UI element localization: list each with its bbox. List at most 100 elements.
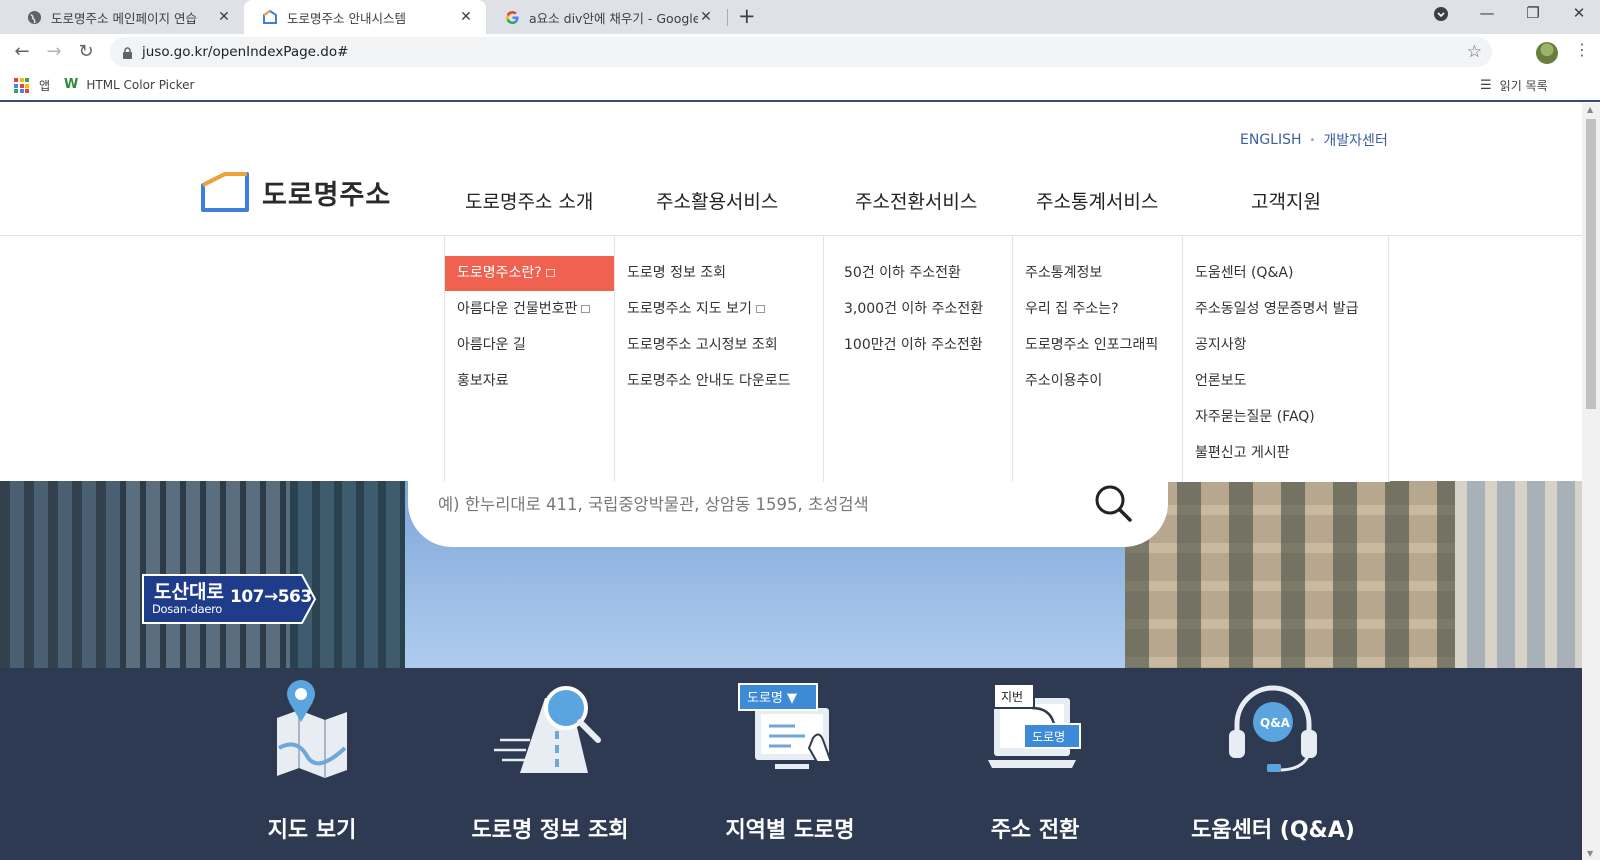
english-link[interactable]: ENGLISH — [1240, 132, 1302, 148]
quick-link-label: 주소 전환 — [990, 818, 1080, 843]
menu-promo-materials[interactable]: 홍보자료 — [445, 364, 509, 399]
google-icon — [504, 9, 520, 25]
menu-what-is-road-address[interactable]: 도로명주소란? — [445, 256, 614, 291]
bookmarks-bar: 앱 W HTML Color Picker ☰ 읽기 목록 — [0, 70, 1600, 102]
nav-utilization[interactable]: 주소활용서비스 — [656, 187, 778, 214]
tab-separator — [727, 9, 728, 26]
bookmark-star-icon[interactable]: ☆ — [1467, 42, 1482, 62]
menu-column-conversion: 50건 이하 주소전환 3,000건 이하 주소전환 100만건 이하 주소전환 — [823, 236, 1012, 482]
menu-convert-50[interactable]: 50건 이하 주소전환 — [824, 256, 961, 291]
menu-stats-info[interactable]: 주소통계정보 — [1013, 256, 1102, 291]
road-sign-numbers: 107→563 — [230, 587, 312, 607]
menu-usage-trend[interactable]: 주소이용추이 — [1013, 364, 1102, 399]
menu-faq[interactable]: 자주묻는질문 (FAQ) — [1183, 400, 1315, 435]
new-tab-icon[interactable]: + — [738, 4, 756, 28]
bookmark-label: 앱 — [39, 79, 51, 93]
road-sign-korean: 도산대로 — [154, 581, 224, 603]
quick-link-label: 도움센터 (Q&A) — [1191, 818, 1355, 843]
restore-icon[interactable]: ❐ — [1518, 4, 1548, 22]
tab-google[interactable]: a요소 div안에 채우기 - Google ✕ — [486, 0, 726, 34]
quick-link-help-center[interactable]: Q&A 도움센터 (Q&A) — [1173, 678, 1373, 843]
quick-link-address-convert[interactable]: 지번 도로명 주소 전환 — [935, 678, 1135, 843]
menu-label: 아름다운 건물번호판 — [457, 301, 578, 317]
new-window-icon — [545, 269, 555, 277]
developer-center-link[interactable]: 개발자센터 — [1323, 130, 1387, 150]
menu-road-info-lookup[interactable]: 도로명 정보 조회 — [615, 256, 726, 291]
search-icon[interactable] — [1093, 483, 1133, 527]
menu-complaint-board[interactable]: 불편신고 게시판 — [1183, 436, 1290, 471]
bookmark-html-color-picker[interactable]: W HTML Color Picker — [64, 77, 194, 92]
menu-beautiful-road[interactable]: 아름다운 길 — [445, 328, 526, 363]
minimize-icon[interactable]: — — [1472, 4, 1502, 22]
site-logo[interactable]: 도로명주소 — [200, 171, 391, 213]
new-window-icon — [755, 305, 765, 313]
menu-convert-1m[interactable]: 100만건 이하 주소전환 — [824, 328, 983, 363]
reload-icon[interactable]: ↻ — [74, 40, 98, 64]
lock-icon[interactable] — [122, 45, 133, 64]
menu-notice-info[interactable]: 도로명주소 고시정보 조회 — [615, 328, 778, 363]
close-tab-icon[interactable]: ✕ — [216, 9, 232, 25]
juso-logo-icon — [262, 9, 278, 25]
quick-link-label: 지역별 도로명 — [725, 818, 855, 843]
w-logo-icon: W — [64, 77, 79, 92]
reading-list[interactable]: ☰ 읽기 목록 — [1480, 77, 1548, 94]
quick-link-road-info[interactable]: 도로명 정보 조회 — [450, 678, 650, 843]
mega-menu-dropdown: 도로명주소란? 아름다운 건물번호판 아름다운 길 홍보자료 도로명 정보 조회… — [444, 236, 1390, 482]
scrollbar-thumb[interactable] — [1586, 119, 1596, 409]
menu-map-view[interactable]: 도로명주소 지도 보기 — [615, 292, 765, 327]
menu-infographic[interactable]: 도로명주소 인포그래픽 — [1013, 328, 1158, 363]
browser-toolbar: ← → ↻ juso.go.kr/openIndexPage.do# ☆ — [0, 34, 1600, 70]
badge-text: 도로명 — [1032, 730, 1065, 744]
close-tab-icon[interactable]: ✕ — [458, 9, 474, 25]
quick-link-regional-roads[interactable]: 도로명 ▼ 지역별 도로명 — [690, 678, 890, 843]
menu-building-number-plate[interactable]: 아름다운 건물번호판 — [445, 292, 591, 327]
close-window-icon[interactable]: ✕ — [1564, 4, 1594, 22]
separator-dot: • — [1309, 134, 1316, 146]
quick-link-map[interactable]: 지도 보기 — [212, 678, 412, 843]
menu-column-statistics: 주소통계정보 우리 집 주소는? 도로명주소 인포그래픽 주소이용추이 — [1012, 236, 1182, 482]
menu-guide-map-download[interactable]: 도로명주소 안내도 다운로드 — [615, 364, 790, 399]
utility-links: ENGLISH • 개발자센터 — [1240, 130, 1388, 150]
tab-search-icon[interactable] — [1426, 6, 1456, 26]
tab-title: a요소 div안에 채우기 - Google — [529, 10, 698, 26]
quick-link-label: 도로명 정보 조회 — [471, 818, 629, 843]
nav-conversion[interactable]: 주소전환서비스 — [855, 187, 977, 214]
tab-practice[interactable]: 도로명주소 메인페이지 연습 ✕ — [8, 0, 244, 34]
new-window-icon — [581, 305, 591, 313]
bookmark-apps[interactable]: 앱 — [14, 77, 50, 94]
browser-menu-icon[interactable]: ⋮ — [1574, 40, 1590, 59]
menu-my-home-address[interactable]: 우리 집 주소는? — [1013, 292, 1119, 327]
globe-icon — [26, 9, 42, 25]
menu-label: 도로명주소란? — [457, 265, 542, 281]
close-tab-icon[interactable]: ✕ — [698, 9, 714, 25]
scroll-down-icon[interactable]: ▼ — [1587, 849, 1593, 858]
nav-support[interactable]: 고객지원 — [1251, 187, 1321, 214]
browser-tab-strip: 도로명주소 메인페이지 연습 ✕ 도로명주소 안내시스템 ✕ a요소 div안에… — [0, 0, 1600, 34]
forward-icon[interactable]: → — [42, 40, 66, 64]
quick-link-label: 지도 보기 — [267, 818, 357, 843]
apps-grid-icon — [14, 78, 29, 93]
nav-statistics[interactable]: 주소통계서비스 — [1036, 187, 1158, 214]
menu-press[interactable]: 언론보도 — [1183, 364, 1247, 399]
search-input[interactable]: 예) 한누리대로 411, 국립중앙박물관, 상암동 1595, 초성검색 — [438, 491, 869, 515]
menu-column-support: 도움센터 (Q&A) 주소동일성 영문증명서 발급 공지사항 언론보도 자주묻는… — [1182, 236, 1389, 482]
tab-juso[interactable]: 도로명주소 안내시스템 ✕ — [244, 0, 486, 34]
tab-title: 도로명주소 메인페이지 연습 — [51, 10, 197, 26]
quick-service-band: 지도 보기 도로명 정보 조회 도로명 ▼ 지역별 도로명 지번 도로명 주소 … — [0, 668, 1582, 860]
region-road-icon: 도로명 ▼ — [738, 683, 833, 769]
back-icon[interactable]: ← — [10, 40, 34, 64]
address-bar[interactable]: juso.go.kr/openIndexPage.do# ☆ — [110, 37, 1492, 67]
nav-intro[interactable]: 도로명주소 소개 — [465, 187, 593, 214]
menu-help-center[interactable]: 도움센터 (Q&A) — [1183, 256, 1293, 291]
house-logo-icon — [201, 172, 249, 212]
page-scrollbar[interactable]: ▲ ▼ — [1582, 103, 1600, 860]
menu-convert-3000[interactable]: 3,000건 이하 주소전환 — [824, 292, 983, 327]
menu-notices[interactable]: 공지사항 — [1183, 328, 1247, 363]
reading-list-icon: ☰ — [1480, 78, 1492, 93]
scroll-up-icon[interactable]: ▲ — [1587, 105, 1593, 114]
badge-text: Q&A — [1260, 716, 1291, 730]
badge-text: 도로명 ▼ — [747, 691, 797, 706]
menu-english-certificate[interactable]: 주소동일성 영문증명서 발급 — [1183, 292, 1358, 327]
road-sign-english: Dosan-daero — [152, 602, 223, 616]
profile-avatar[interactable] — [1536, 42, 1558, 64]
